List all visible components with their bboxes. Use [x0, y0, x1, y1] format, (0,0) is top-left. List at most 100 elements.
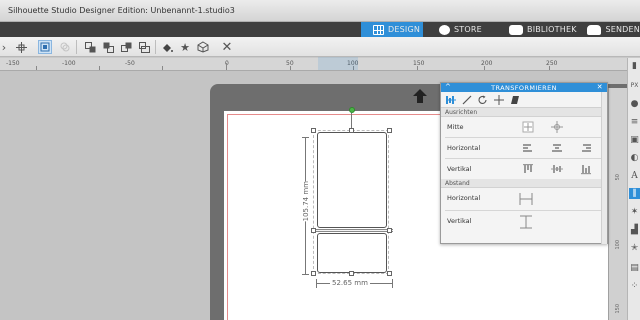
align-row-horizontal: Horizontal [441, 138, 607, 158]
rotate-icon[interactable] [477, 94, 489, 106]
align-top-button[interactable] [522, 163, 534, 175]
star-icon[interactable]: ★ [178, 40, 192, 54]
align-right-button[interactable] [580, 142, 592, 154]
resize-handle[interactable] [349, 271, 354, 276]
rotate-handle[interactable] [349, 107, 355, 113]
space-horizontal-button[interactable] [519, 192, 533, 206]
bring-forward-icon[interactable] [83, 40, 97, 54]
fill-color-icon[interactable]: ● [629, 98, 640, 109]
grid-icon [373, 24, 384, 35]
resize-handle[interactable] [349, 128, 354, 133]
panel-title: TRANSFORMIEREN [491, 84, 557, 92]
tab-library-label: BIBLIOTHEK [527, 25, 577, 34]
ruler-label: -50 [125, 60, 135, 67]
window-title: Silhouette Studio Designer Edition: Unbe… [8, 6, 235, 15]
align-vcenter-button[interactable] [551, 163, 563, 175]
line-icon[interactable] [461, 94, 473, 106]
align-left-button[interactable] [522, 142, 534, 154]
delete-icon[interactable]: ✕ [220, 40, 234, 55]
align-row-vertical: Vertikal [441, 159, 607, 179]
star-icon[interactable]: ✭ [629, 242, 640, 253]
spacing-row-vertical: Vertikal [441, 211, 607, 233]
transform-panel: ^ TRANSFORMIEREN ✕ Ausrichten Mitte Hori… [440, 82, 608, 244]
tab-library[interactable]: BIBLIOTHEK [509, 22, 587, 37]
close-icon[interactable]: ✕ [597, 83, 603, 91]
panel-tabs [441, 92, 607, 108]
ruler-label: 150 [413, 60, 425, 67]
line-style-icon[interactable]: ≡ [629, 116, 640, 127]
section-spacing: Abstand [441, 179, 607, 188]
panel-scrollbar[interactable] [601, 92, 607, 244]
store-icon [439, 24, 450, 35]
spacing-row-horizontal: Horizontal [441, 188, 607, 210]
text-icon[interactable]: A [629, 170, 640, 181]
row-label: Horizontal [447, 194, 481, 202]
library-icon [509, 24, 523, 35]
align-center-icon[interactable] [14, 40, 28, 54]
resize-handle[interactable] [311, 228, 316, 233]
tab-design-label: DESIGN [388, 25, 421, 34]
space-vertical-button[interactable] [519, 215, 533, 229]
pixscan-icon[interactable]: PX [629, 80, 640, 91]
ruler-label: 200 [481, 60, 493, 67]
page-icon[interactable]: ▮ [629, 60, 640, 71]
feed-arrow-icon [413, 89, 427, 103]
horizontal-ruler: -150 -100 -50 0 50 100 150 200 250 [0, 57, 627, 71]
bring-to-front-icon[interactable] [119, 40, 133, 54]
tab-send[interactable]: SENDEN [587, 22, 640, 37]
rectangle-shape[interactable] [317, 132, 387, 228]
resize-handle[interactable] [311, 271, 316, 276]
library-small-icon[interactable]: ▣ [629, 134, 640, 145]
send-backward-icon[interactable] [101, 40, 115, 54]
center-to-page-button[interactable] [551, 121, 563, 133]
transform-icon[interactable]: ⫼ [629, 188, 640, 199]
height-dimension: 105.74 mm [301, 137, 310, 275]
ruler-label: 100 [615, 240, 621, 250]
shape-divider [313, 229, 393, 232]
vertical-ruler: 50 100 150 [608, 88, 627, 320]
ruler-label: 150 [615, 304, 621, 314]
color-icon[interactable]: ◐ [629, 152, 640, 163]
toolbar-divider [155, 40, 156, 54]
group-icon[interactable] [58, 40, 72, 54]
tab-design[interactable]: DESIGN [361, 22, 423, 37]
fill-icon[interactable] [160, 40, 174, 54]
panel-header: ^ TRANSFORMIEREN ✕ [441, 83, 607, 92]
resize-handle[interactable] [387, 128, 392, 133]
chevron-right-icon[interactable]: › [0, 40, 8, 54]
height-label: 105.74 mm [302, 181, 310, 222]
move-icon[interactable] [493, 94, 505, 106]
toolbar: › ★ ✕ [0, 37, 640, 57]
resize-handle[interactable] [311, 128, 316, 133]
section-align: Ausrichten [441, 108, 607, 117]
resize-handle[interactable] [387, 228, 392, 233]
ruler-label: -100 [62, 60, 76, 67]
ruler-label: 50 [615, 174, 621, 181]
tab-send-label: SENDEN [605, 25, 640, 34]
title-bar: Silhouette Studio Designer Edition: Unbe… [0, 0, 640, 22]
toolbar-divider [76, 40, 77, 54]
resize-handle[interactable] [387, 271, 392, 276]
rectangle-shape[interactable] [317, 233, 387, 273]
offset-icon[interactable]: ✶ [629, 206, 640, 217]
trace-icon[interactable]: ▟ [629, 224, 640, 235]
row-label: Mitte [447, 123, 464, 131]
top-navigation: DESIGN STORE BIBLIOTHEK SENDEN [0, 22, 640, 37]
ruler-label: -150 [6, 60, 20, 67]
align-hcenter-button[interactable] [551, 142, 563, 154]
send-to-back-icon[interactable] [137, 40, 151, 54]
send-icon[interactable]: ▤ [629, 262, 640, 273]
align-center-button[interactable] [522, 121, 534, 133]
width-dimension: 52.65 mm [316, 279, 393, 289]
send-icon [587, 24, 602, 35]
dots-icon[interactable]: ⁘ [629, 280, 640, 291]
replicate-icon[interactable] [196, 40, 210, 54]
right-toolbar: ▮ PX ● ≡ ▣ ◐ A ⫼ ✶ ▟ ✭ ▤ ⁘ [627, 58, 640, 320]
align-row-center: Mitte [441, 117, 607, 137]
align-icon[interactable] [445, 94, 457, 106]
shear-icon[interactable] [509, 94, 521, 106]
align-bottom-button[interactable] [580, 163, 592, 175]
snap-icon[interactable] [38, 40, 52, 54]
tab-store[interactable]: STORE [439, 22, 499, 37]
tab-store-label: STORE [454, 25, 482, 34]
